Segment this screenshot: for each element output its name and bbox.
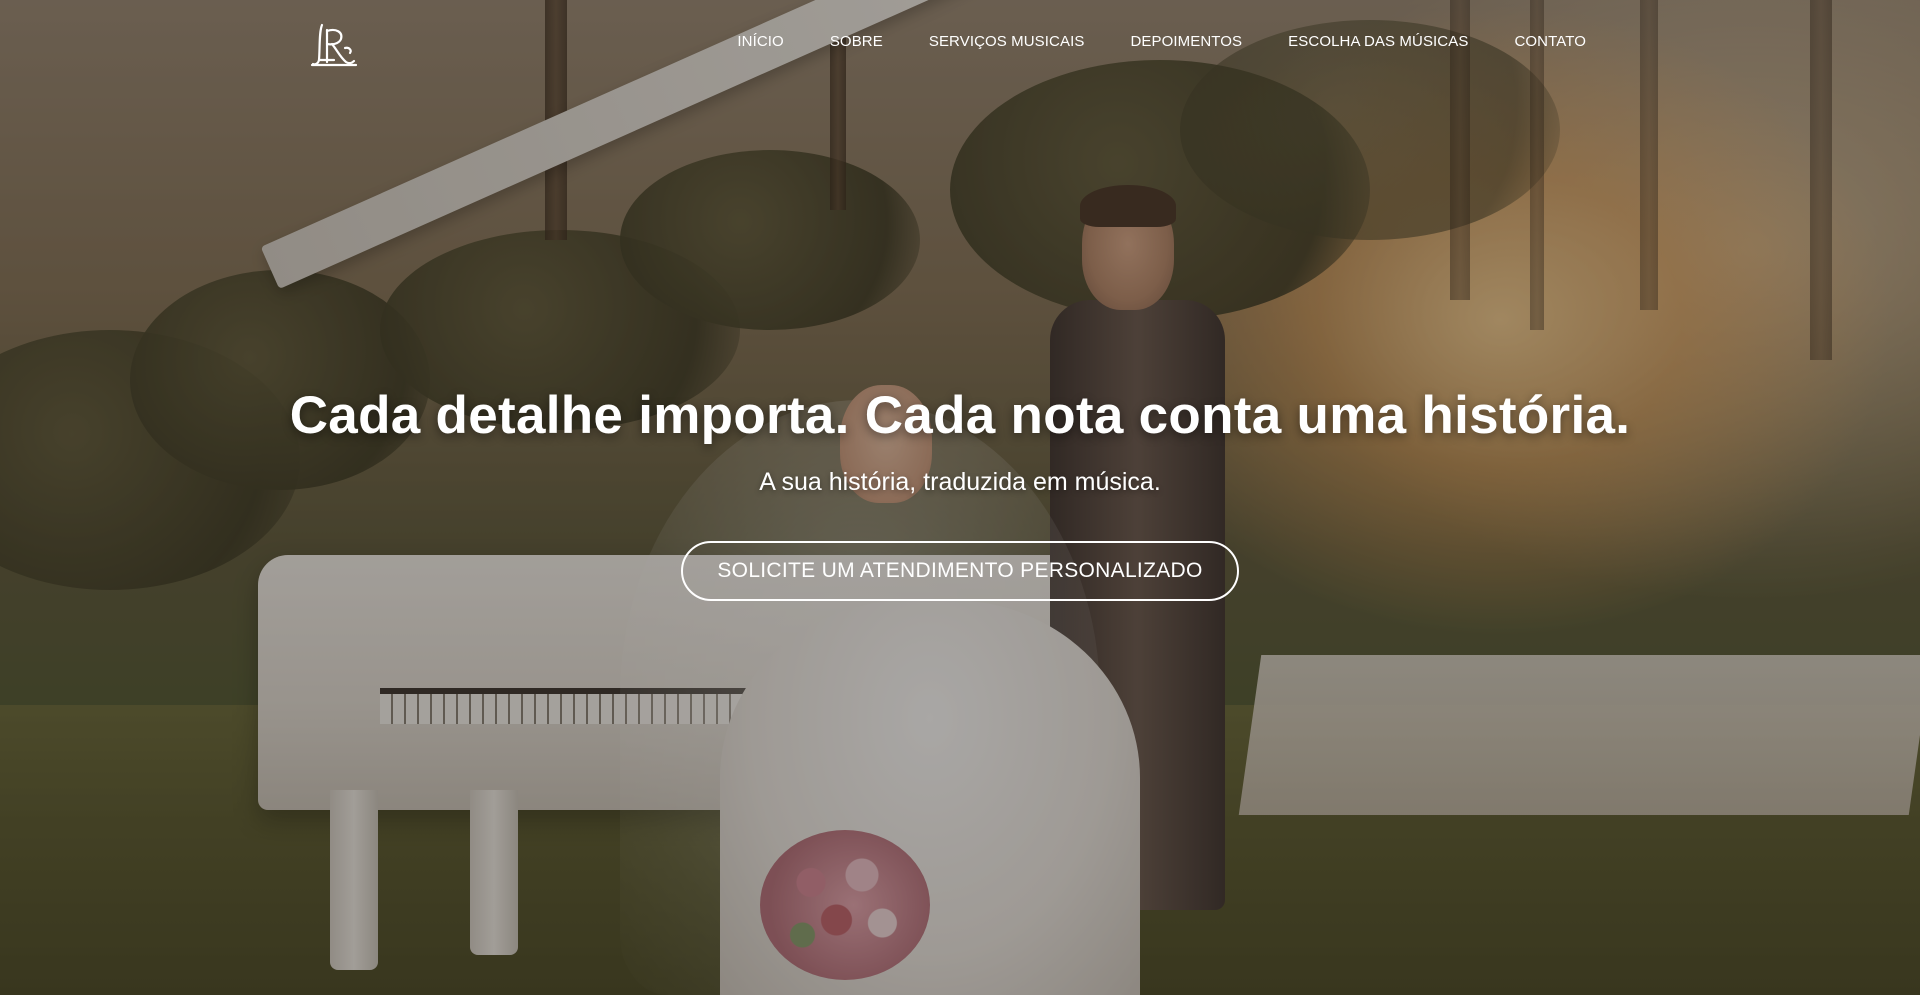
logo-link[interactable] [310,22,358,68]
nav-item-depoimentos[interactable]: DEPOIMENTOS [1130,33,1242,50]
nav-item-sobre[interactable]: SOBRE [830,33,883,50]
site-header: INÍCIO SOBRE SERVIÇOS MUSICAIS DEPOIMENT… [0,0,1920,88]
lr-monogram-logo-icon [310,23,358,67]
hero-section: INÍCIO SOBRE SERVIÇOS MUSICAIS DEPOIMENT… [0,0,1920,995]
nav-item-inicio[interactable]: INÍCIO [737,33,783,50]
nav-item-servicos-musicais[interactable]: SERVIÇOS MUSICAIS [929,33,1085,50]
hero-headline: Cada detalhe importa. Cada nota conta um… [289,386,1631,445]
main-nav: INÍCIO SOBRE SERVIÇOS MUSICAIS DEPOIMENT… [737,33,1586,50]
nav-item-escolha-das-musicas[interactable]: ESCOLHA DAS MÚSICAS [1288,33,1468,50]
nav-item-contato[interactable]: CONTATO [1514,33,1586,50]
hero-content: Cada detalhe importa. Cada nota conta um… [0,385,1920,601]
hero-subheadline: A sua história, traduzida em música. [759,468,1161,496]
request-service-button[interactable]: SOLICITE UM ATENDIMENTO PERSONALIZADO [681,541,1239,601]
